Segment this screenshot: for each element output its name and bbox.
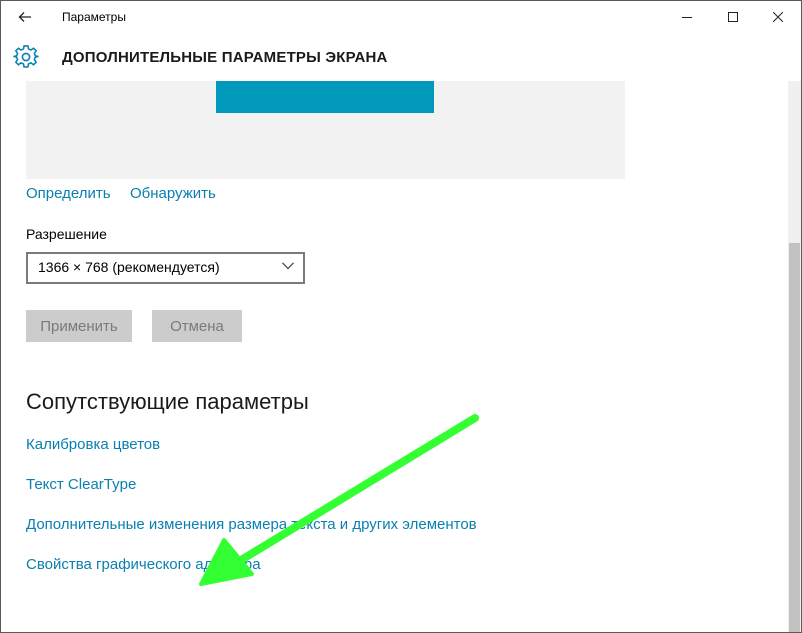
settings-window: Параметры ДОПОЛНИТЕЛЬНЫЕ ПАРАМЕТРЫ ЭКРАН… — [0, 0, 802, 633]
text-size-link[interactable]: Дополнительные изменения размера текста … — [26, 516, 477, 533]
monitor-tile[interactable] — [216, 81, 434, 113]
resolution-label: Разрешение — [26, 226, 107, 242]
back-arrow-icon — [18, 12, 31, 22]
back-button[interactable] — [1, 1, 49, 33]
resolution-value: 1366 × 768 (рекомендуется) — [38, 259, 220, 275]
maximize-icon — [728, 12, 738, 22]
minimize-button[interactable] — [664, 1, 710, 33]
graphics-adapter-link[interactable]: Свойства графического адаптера — [26, 556, 261, 573]
apply-button[interactable]: Применить — [26, 310, 132, 342]
maximize-button[interactable] — [710, 1, 756, 33]
cancel-button[interactable]: Отмена — [152, 310, 242, 342]
minimize-icon — [682, 17, 692, 18]
page-title: ДОПОЛНИТЕЛЬНЫЕ ПАРАМЕТРЫ ЭКРАНА — [62, 49, 388, 66]
scrollbar-thumb[interactable] — [789, 243, 800, 632]
detect-link[interactable]: Обнаружить — [130, 185, 216, 202]
vertical-scrollbar[interactable] — [788, 81, 801, 632]
content-area: Определить Обнаружить Разрешение 1366 × … — [1, 81, 788, 632]
related-settings-title: Сопутствующие параметры — [26, 389, 309, 414]
chevron-down-icon — [282, 262, 294, 270]
close-button[interactable] — [755, 1, 801, 33]
identify-link[interactable]: Определить — [26, 185, 111, 202]
close-icon — [773, 12, 783, 22]
gear-icon — [13, 45, 39, 68]
title-bar: Параметры — [1, 1, 801, 33]
cleartype-link[interactable]: Текст ClearType — [26, 476, 136, 493]
display-preview — [26, 81, 625, 179]
page-header: ДОПОЛНИТЕЛЬНЫЕ ПАРАМЕТРЫ ЭКРАНА — [1, 33, 801, 81]
color-calibration-link[interactable]: Калибровка цветов — [26, 436, 160, 453]
app-title: Параметры — [62, 10, 126, 24]
resolution-dropdown[interactable]: 1366 × 768 (рекомендуется) — [26, 252, 305, 284]
